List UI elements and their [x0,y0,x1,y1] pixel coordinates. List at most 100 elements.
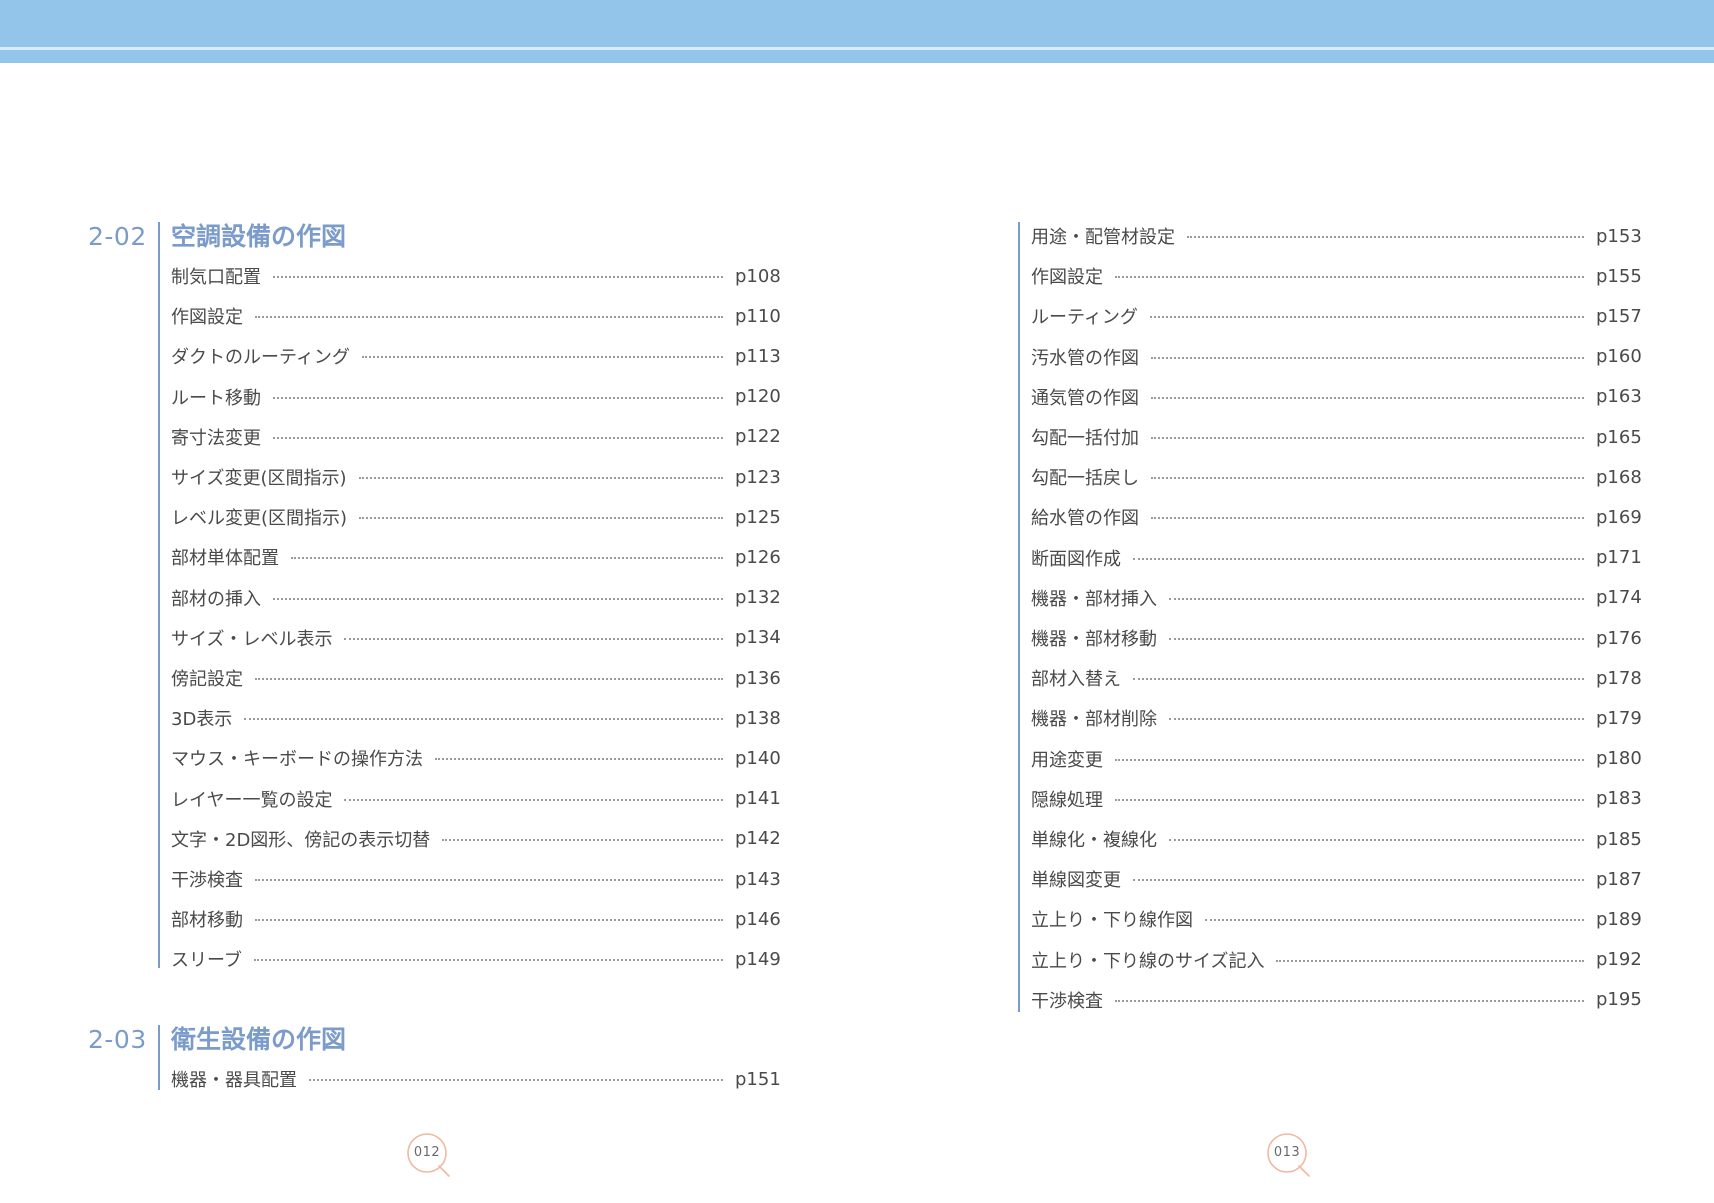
toc-entry-label: 立上り・下り線作図 [1031,910,1193,932]
page-number: 013 [1273,1145,1301,1160]
toc-entry-label: 隠線処理 [1031,789,1103,811]
dot-leader [253,959,723,962]
toc-entry[interactable]: 単線化・複線化 p185 [1031,824,1642,854]
toc-entry[interactable]: 立上り・下り線のサイズ記入 p192 [1031,945,1642,975]
toc-entry-page: p195 [1596,989,1642,1011]
toc-entry-page: p149 [735,948,781,970]
toc-entry-page: p108 [735,265,781,287]
toc-entry[interactable]: マウス・キーボードの操作方法 p140 [171,743,781,773]
toc-entry[interactable]: 作図設定 p155 [1031,261,1642,291]
toc-entry[interactable]: ダクトのルーティング p113 [171,341,781,371]
toc-entry-page: p171 [1596,547,1642,569]
toc-entry-label: 傍記設定 [171,669,243,690]
toc-entry[interactable]: 用途変更 p180 [1031,744,1642,774]
toc-entry[interactable]: 用途・配管材設定 p153 [1031,221,1642,251]
toc-entry[interactable]: 単線図変更 p187 [1031,864,1642,894]
toc-entry[interactable]: 部材の挿入 p132 [171,583,781,613]
toc-entry[interactable]: ルーティング p157 [1031,301,1642,331]
toc-entry[interactable]: サイズ・レベル表示 p134 [171,623,781,653]
toc-entry[interactable]: 勾配一括戻し p168 [1031,462,1642,492]
dot-leader [1276,959,1584,962]
toc-entry-label: サイズ変更(区間指示) [171,468,347,489]
dot-leader [273,597,723,600]
toc-entry-page: p176 [1596,627,1642,649]
toc-entry[interactable]: 部材入替え p178 [1031,663,1642,693]
toc-entry-page: p125 [735,506,781,528]
toc-entry-page: p174 [1596,587,1642,609]
toc-entry[interactable]: レイヤー一覧の設定 p141 [171,784,781,814]
toc-entry-label: 部材入替え [1031,669,1121,691]
toc-entry-label: 干渉検査 [171,870,243,891]
toc-entry-label: 機器・部材移動 [1031,629,1157,650]
page-number-right: 013 [1267,1133,1310,1177]
toc-entry-label: ルート移動 [171,387,261,409]
page-number-left: 012 [407,1133,450,1177]
toc-entry[interactable]: レベル変更(区間指示) p125 [171,502,781,532]
toc-entry-label: 勾配一括付加 [1031,428,1139,449]
section-rule [158,222,160,968]
dot-leader [1115,276,1584,279]
toc-entry[interactable]: 立上り・下り線作図 p189 [1031,904,1642,934]
page-number: 012 [413,1145,441,1160]
toc-entry[interactable]: 作図設定 p110 [171,301,781,331]
toc-entry[interactable]: 汚水管の作図 p160 [1031,342,1642,372]
toc-entry[interactable]: 機器・部材削除 p179 [1031,703,1642,733]
dot-leader [1169,839,1584,841]
dot-leader [1151,437,1584,439]
toc-entry-page: p168 [1596,466,1642,488]
toc-entry-page: p143 [735,868,781,890]
toc-entry[interactable]: 機器・部材移動 p176 [1031,623,1642,653]
toc-entry-page: p185 [1596,828,1642,850]
dot-leader [273,276,723,278]
toc-entry[interactable]: 干渉検査 p143 [171,864,781,894]
dot-leader [309,1079,723,1081]
toc-entry-label: 機器・器具配置 [171,1070,297,1091]
toc-entry[interactable]: サイズ変更(区間指示) p123 [171,462,781,492]
toc-entry[interactable]: 機器・器具配置 p151 [171,1064,781,1094]
toc-entry[interactable]: 部材移動 p146 [171,904,781,934]
toc-entry-page: p179 [1596,707,1642,729]
toc-entry-label: 単線化・複線化 [1031,830,1157,851]
toc-entry-label: 機器・部材挿入 [1031,588,1157,610]
toc-entry[interactable]: 勾配一括付加 p165 [1031,422,1642,452]
toc-entry-page: p178 [1596,667,1642,689]
toc-entry[interactable]: スリーブ p149 [171,944,781,974]
toc-entry-page: p163 [1596,386,1642,408]
toc-entry-label: サイズ・レベル表示 [171,628,333,650]
dot-leader [273,396,723,399]
toc-entry-page: p169 [1596,506,1642,528]
toc-entry[interactable]: 通気管の作図 p163 [1031,382,1642,412]
dot-leader [244,718,723,721]
dot-leader [435,758,723,761]
toc-entry[interactable]: 断面図作成 p171 [1031,543,1642,573]
toc-entry-label: 機器・部材削除 [1031,709,1157,731]
toc-entry[interactable]: 3D表示 p138 [171,703,781,733]
toc-entry[interactable]: 干渉検査 p195 [1031,985,1642,1015]
toc-entry[interactable]: 寄寸法変更 p122 [171,422,781,452]
header-band-stripe [0,50,1714,63]
dot-leader [1115,999,1584,1002]
toc-entry-page: p132 [735,587,781,609]
toc-entry[interactable]: 隠線処理 p183 [1031,784,1642,814]
toc-entry-label: マウス・キーボードの操作方法 [171,749,423,771]
toc-entry-page: p160 [1596,346,1642,368]
dot-leader [1115,758,1584,761]
toc-entry-label: レベル変更(区間指示) [171,508,348,530]
toc-entry-label: 部材移動 [171,910,243,932]
toc-entry[interactable]: ルート移動 p120 [171,382,781,412]
toc-entry[interactable]: 傍記設定 p136 [171,663,781,693]
toc-entry[interactable]: 文字・2D図形、傍記の表示切替 p142 [171,824,781,854]
toc-entry-label: 文字・2D図形、傍記の表示切替 [171,829,431,851]
toc-entry-label: ルーティング [1031,307,1138,329]
dot-leader [1115,798,1584,801]
toc-entry[interactable]: 給水管の作図 p169 [1031,502,1642,532]
toc-entry[interactable]: 部材単体配置 p126 [171,542,781,572]
toc-entry-label: 用途変更 [1031,749,1103,771]
dot-leader [344,798,723,801]
dot-leader [255,919,723,922]
toc-entry-page: p138 [735,707,781,729]
toc-entry-label: 作図設定 [171,307,243,329]
toc-entry-label: 3D表示 [171,709,233,731]
toc-entry[interactable]: 機器・部材挿入 p174 [1031,583,1642,613]
toc-entry[interactable]: 制気口配置 p108 [171,261,781,291]
